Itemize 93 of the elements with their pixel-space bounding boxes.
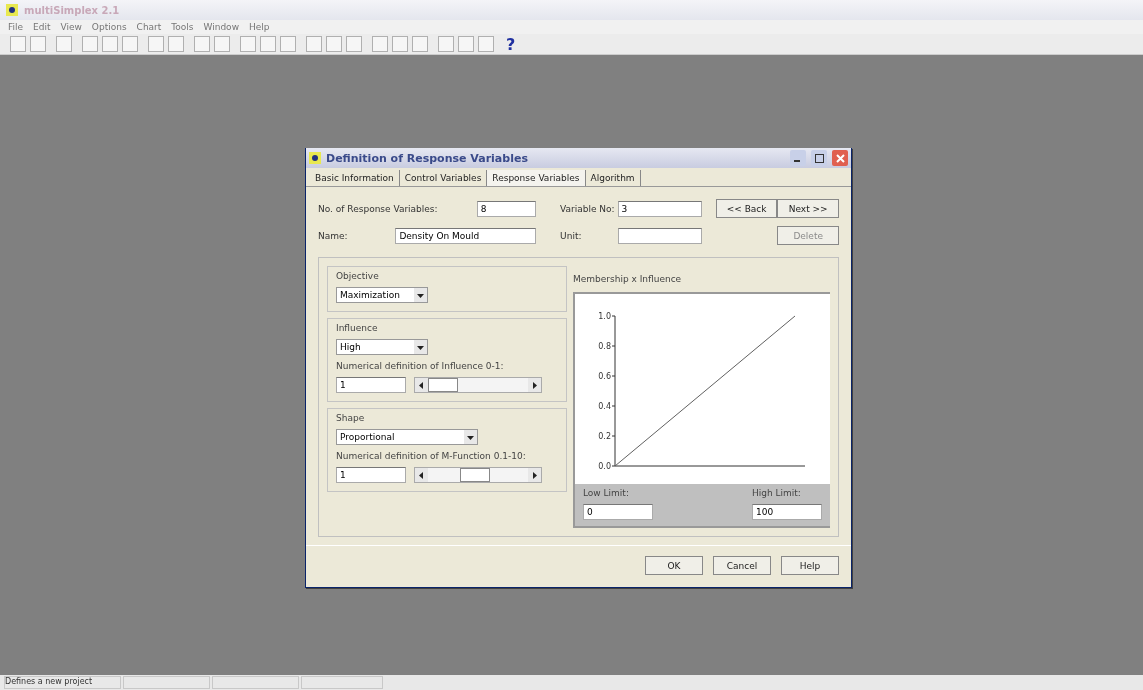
group-title: Objective — [336, 271, 380, 281]
menu-item[interactable]: Options — [91, 22, 127, 32]
tab[interactable]: Algorithm — [585, 170, 641, 186]
toolbar-icon[interactable] — [438, 36, 454, 52]
tick-label: 0.8 — [598, 342, 611, 351]
toolbar-icon[interactable] — [30, 36, 46, 52]
toolbar-icon[interactable] — [326, 36, 342, 52]
toolbar-icon[interactable] — [260, 36, 276, 52]
maximize-button[interactable] — [811, 150, 827, 166]
numeric-field[interactable]: 1 — [336, 377, 406, 393]
variable-number-field[interactable]: 3 — [617, 200, 702, 217]
menu-item[interactable]: Tools — [171, 22, 194, 32]
dialog-button[interactable]: OK — [645, 556, 703, 575]
app-icon — [6, 4, 18, 16]
tick-label: 0.2 — [598, 432, 611, 441]
scrollbar-thumb[interactable] — [459, 468, 490, 482]
tick-label: 0.4 — [598, 402, 611, 411]
objective-dropdown[interactable]: Maximization — [336, 287, 428, 303]
scrollbar[interactable] — [414, 377, 542, 393]
tick-label: 0.0 — [598, 462, 611, 471]
unit-field[interactable] — [617, 227, 702, 244]
toolbar-icon[interactable] — [392, 36, 408, 52]
field-label: Name: — [318, 230, 349, 241]
toolbar-icon[interactable] — [458, 36, 474, 52]
low-limit-field[interactable]: 0 — [583, 504, 653, 520]
high-limit-field[interactable]: 100 — [752, 504, 822, 520]
dialog-button[interactable]: Cancel — [713, 556, 771, 575]
menu-item[interactable]: Chart — [136, 22, 162, 32]
scroll-left-button[interactable] — [415, 378, 428, 392]
toolbar-icon[interactable] — [194, 36, 210, 52]
scroll-right-button[interactable] — [528, 468, 541, 482]
minimize-button[interactable] — [790, 150, 806, 166]
toolbar-icon[interactable] — [306, 36, 322, 52]
field-label: Low Limit: — [583, 488, 630, 498]
arrow-icon — [417, 343, 424, 351]
menu-item[interactable]: Help — [249, 22, 270, 32]
arrow-icon — [531, 471, 538, 479]
group-title: Shape — [336, 413, 366, 423]
scroll-right-button[interactable] — [528, 378, 541, 392]
next-button[interactable]: Next >> — [777, 199, 839, 218]
toolbar-icon[interactable] — [346, 36, 362, 52]
arrow-icon — [531, 381, 538, 389]
tick-label: 0.6 — [598, 372, 611, 381]
toolbar-icon[interactable] — [372, 36, 388, 52]
toolbar-icon[interactable] — [122, 36, 138, 52]
back-button[interactable]: << Back — [715, 199, 778, 218]
status-text: Defines a new project — [4, 676, 121, 689]
close-button[interactable] — [832, 150, 848, 166]
scrollbar[interactable] — [414, 467, 542, 483]
tab[interactable]: Basic Information — [310, 170, 400, 186]
field-label: Unit: — [560, 230, 583, 241]
dialog-button[interactable]: Help — [781, 556, 839, 575]
field-label: High Limit: — [752, 488, 802, 498]
arrow-icon — [418, 471, 425, 479]
toolbar-icon[interactable] — [56, 36, 72, 52]
shape-dropdown[interactable]: Proportional — [336, 429, 478, 445]
name-field[interactable]: Density On Mould — [395, 227, 537, 244]
field-label: Variable No: — [560, 203, 616, 214]
arrow-icon — [417, 291, 424, 299]
app-title: multiSimplex 2.1 — [24, 4, 120, 16]
dialog-title: Definition of Response Variables — [326, 151, 529, 165]
arrow-icon — [467, 433, 474, 441]
tab[interactable]: Response Variables — [487, 170, 586, 186]
numeric-field[interactable]: 1 — [336, 467, 406, 483]
menu-item[interactable]: View — [60, 22, 82, 32]
toolbar-icon[interactable] — [102, 36, 118, 52]
toolbar-icon[interactable] — [280, 36, 296, 52]
menu-item[interactable]: File — [8, 22, 24, 32]
help-button[interactable]: ? — [506, 34, 516, 54]
toolbar-icon[interactable] — [168, 36, 184, 52]
menu-item[interactable]: Edit — [33, 22, 51, 32]
influence-dropdown[interactable]: High — [336, 339, 428, 355]
scrollbar-thumb[interactable] — [428, 378, 458, 392]
toolbar-icon[interactable] — [214, 36, 230, 52]
arrow-icon — [418, 381, 425, 389]
toolbar-icon[interactable] — [10, 36, 26, 52]
app-icon — [309, 152, 321, 164]
count-field[interactable]: 8 — [476, 200, 537, 217]
toolbar-icon[interactable] — [478, 36, 494, 52]
field-label: Numerical definition of M-Function 0.1-10: — [336, 451, 527, 461]
menu-item[interactable]: Window — [203, 22, 239, 32]
tick-label: 1.0 — [598, 312, 611, 321]
chart-title: Membership x Influence — [573, 274, 683, 284]
toolbar-icon[interactable] — [148, 36, 164, 52]
group-title: Influence — [336, 323, 379, 333]
field-label: No. of Response Variables: — [318, 203, 439, 214]
toolbar-icon[interactable] — [240, 36, 256, 52]
close-icon — [835, 153, 845, 163]
toolbar-icon[interactable] — [412, 36, 428, 52]
scroll-left-button[interactable] — [415, 468, 428, 482]
maximize-icon — [814, 153, 824, 163]
field-label: Numerical definition of Influence 0-1: — [336, 361, 505, 371]
toolbar-icon[interactable] — [82, 36, 98, 52]
